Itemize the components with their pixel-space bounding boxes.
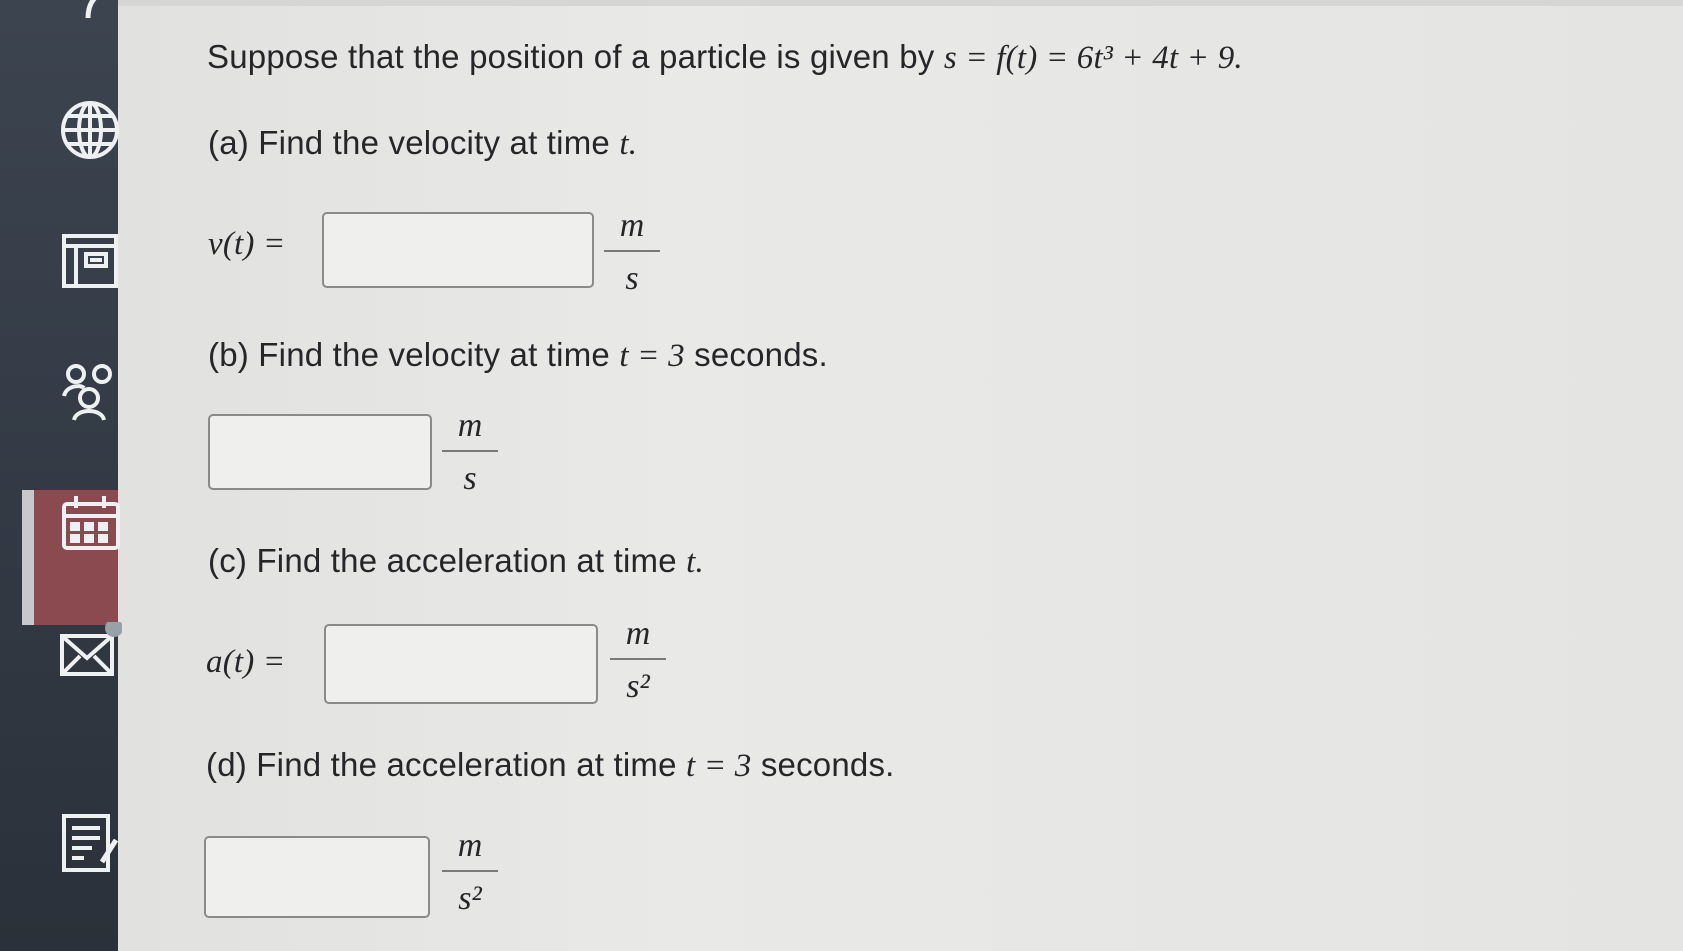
part-b-answer-input[interactable]: [208, 414, 432, 490]
part-a-unit-bar: [604, 250, 660, 252]
part-d-unit-num: m: [457, 827, 483, 864]
sidebar-active-bar: [22, 490, 34, 625]
top-divider: [118, 0, 1683, 6]
part-a-unit-num: m: [619, 207, 645, 244]
part-c-unit: m s²: [610, 614, 666, 708]
part-a-lhs: v(t) =: [208, 226, 286, 262]
part-b-label: (b) Find the velocity at time: [208, 336, 610, 373]
people-icon[interactable]: [58, 360, 122, 424]
book-icon[interactable]: [58, 228, 122, 292]
part-a-var: t.: [619, 126, 638, 162]
intro-text: Suppose that the position of a particle …: [207, 38, 935, 75]
mail-icon[interactable]: [58, 622, 122, 686]
globe-icon[interactable]: [58, 98, 122, 162]
part-d-label: (d) Find the acceleration at time: [206, 746, 677, 783]
part-a-label: (a) Find the velocity at time: [208, 124, 610, 161]
part-d-unit-bar: [442, 870, 498, 872]
notes-icon[interactable]: [58, 810, 122, 874]
part-d-suffix: seconds.: [760, 746, 895, 783]
part-b-prompt: (b) Find the velocity at time t = 3 seco…: [208, 336, 828, 375]
part-a-unit-den: s: [625, 260, 639, 297]
part-b-unit: m s: [442, 406, 498, 500]
part-d-unit-den: s²: [458, 880, 482, 917]
question-page: Suppose that the position of a particle …: [0, 0, 1683, 951]
part-c-prompt: (c) Find the acceleration at time t.: [208, 542, 704, 581]
part-c-var: t.: [686, 544, 704, 580]
part-c-lhs: a(t) =: [206, 644, 286, 680]
part-a-unit: m s: [604, 206, 660, 300]
part-b-unit-den: s: [463, 460, 477, 497]
part-a-answer-input[interactable]: [322, 212, 594, 288]
part-c-unit-den: s²: [626, 668, 650, 705]
part-b-var: t = 3: [619, 338, 685, 374]
person-arc-icon[interactable]: [58, 0, 122, 42]
part-c-unit-bar: [610, 658, 666, 660]
calendar-icon[interactable]: [58, 492, 122, 556]
part-d-prompt: (d) Find the acceleration at time t = 3 …: [206, 746, 895, 785]
part-d-answer-input[interactable]: [204, 836, 430, 918]
part-d-unit: m s²: [442, 826, 498, 920]
position-equation: s = f(t) = 6t³ + 4t + 9.: [943, 40, 1243, 76]
part-b-suffix: seconds.: [694, 336, 828, 373]
part-b-unit-bar: [442, 450, 498, 452]
part-c-answer-input[interactable]: [324, 624, 598, 704]
part-c-label: (c) Find the acceleration at time: [208, 542, 677, 579]
part-a-prompt: (a) Find the velocity at time t.: [208, 124, 637, 163]
problem-intro: Suppose that the position of a particle …: [207, 38, 1243, 77]
part-d-var: t = 3: [686, 748, 752, 784]
part-c-unit-num: m: [625, 615, 651, 652]
part-b-unit-num: m: [457, 407, 483, 444]
